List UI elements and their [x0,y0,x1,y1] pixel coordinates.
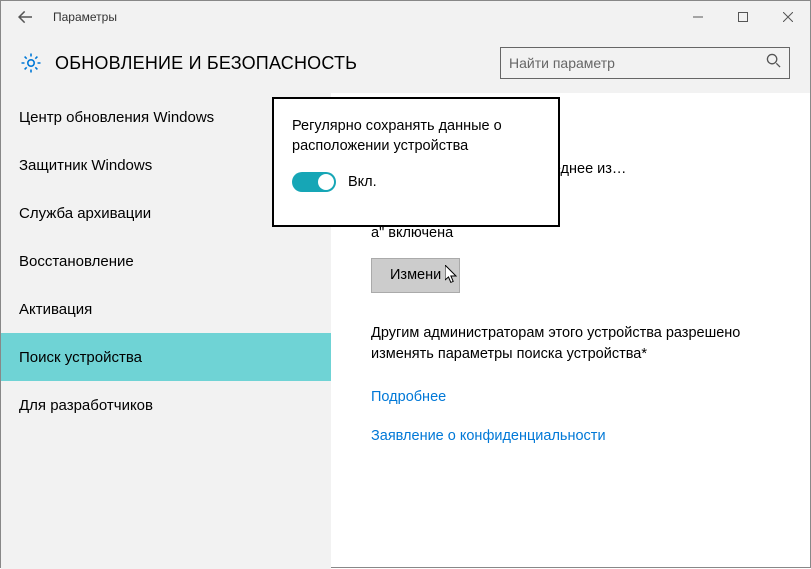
toggle-label: Вкл. [348,174,377,190]
change-button[interactable]: Измени [371,258,460,293]
close-button[interactable] [765,1,810,33]
sidebar-item-label: Поиск устройства [19,349,142,366]
cursor-icon [445,265,459,292]
sidebar-item-activation[interactable]: Активация [1,285,331,333]
location-popup: Регулярно сохранять данные о расположени… [272,97,560,227]
sidebar-item-label: Центр обновления Windows [19,109,214,126]
gear-icon [13,51,49,75]
titlebar: Параметры [1,1,810,33]
sidebar-item-label: Защитник Windows [19,157,152,174]
page-title: ОБНОВЛЕНИЕ И БЕЗОПАСНОСТЬ [55,53,357,74]
search-icon [766,53,781,73]
learn-more-link[interactable]: Подробнее [371,387,446,408]
maximize-button[interactable] [720,1,765,33]
search-input[interactable] [509,55,766,71]
header: ОБНОВЛЕНИЕ И БЕЗОПАСНОСТЬ [1,33,810,93]
back-button[interactable] [1,10,49,24]
sidebar-item-label: Служба архивации [19,205,151,222]
popup-text: Регулярно сохранять данные о расположени… [292,117,540,156]
sidebar-item-for-developers[interactable]: Для разработчиков [1,381,331,429]
change-button-label: Измени [390,267,441,283]
toggle-knob [318,174,334,190]
admins-note: Другим администраторам этого устройства … [371,323,782,365]
minimize-button[interactable] [675,1,720,33]
sidebar-item-label: Для разработчиков [19,397,153,414]
window-buttons [675,1,810,33]
search-box[interactable] [500,47,790,79]
window-title: Параметры [49,10,675,24]
sidebar-item-recovery[interactable]: Восстановление [1,237,331,285]
sidebar-item-label: Активация [19,301,92,318]
sidebar-item-find-my-device[interactable]: Поиск устройства [1,333,331,381]
privacy-statement-link[interactable]: Заявление о конфиденциальности [371,426,606,447]
sidebar-item-label: Восстановление [19,253,134,270]
toggle-row: Вкл. [292,172,540,192]
location-toggle[interactable] [292,172,336,192]
